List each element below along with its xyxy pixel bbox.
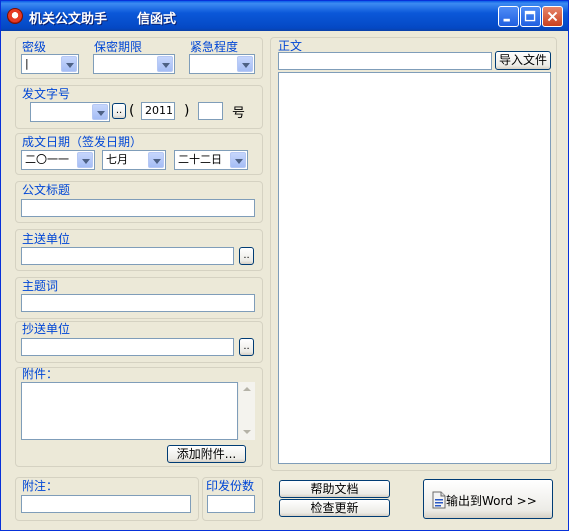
keywords-input[interactable]: [21, 294, 255, 312]
title-bar[interactable]: 机关公文助手 信函式: [1, 1, 568, 31]
chevron-down-icon[interactable]: [237, 56, 253, 72]
scroll-up-icon[interactable]: [239, 383, 255, 397]
import-file-button[interactable]: 导入文件: [495, 51, 551, 70]
app-icon[interactable]: [7, 8, 23, 24]
doc-prefix-select[interactable]: [30, 102, 110, 122]
chevron-down-icon[interactable]: [148, 152, 164, 168]
maximize-icon: [524, 10, 536, 22]
secret-period-label: 保密期限: [94, 40, 143, 54]
date-month-value: 七月: [106, 153, 128, 166]
cc-input[interactable]: [21, 338, 234, 356]
copies-label: 印发份数: [206, 479, 255, 493]
minimize-button[interactable]: [498, 6, 519, 27]
close-button[interactable]: [542, 6, 563, 27]
secret-level-label: 密级: [22, 40, 47, 54]
cc-label: 抄送单位: [22, 322, 71, 336]
attachments-list[interactable]: [21, 382, 238, 440]
window-subtitle: 信函式: [137, 12, 177, 27]
chevron-down-icon[interactable]: [92, 104, 108, 120]
doc-title-input[interactable]: [21, 199, 255, 217]
date-day-select[interactable]: 二十二日: [174, 150, 248, 170]
secret-level-value: |: [25, 57, 29, 70]
doc-number-label: 发文字号: [22, 87, 71, 101]
window-title: 机关公文助手: [29, 12, 108, 27]
body-text-area[interactable]: [278, 72, 551, 464]
doc-year-open-paren: (: [129, 103, 135, 119]
export-word-label: 输出到Word >>: [446, 494, 537, 508]
secret-level-select[interactable]: |: [21, 54, 79, 74]
date-month-select[interactable]: 七月: [102, 150, 166, 170]
cc-browse-button[interactable]: ..: [239, 338, 254, 356]
recipient-input[interactable]: [21, 247, 234, 265]
keywords-label: 主题词: [22, 279, 59, 293]
add-attachment-button[interactable]: 添加附件...: [167, 445, 246, 463]
notes-label: 附注：: [22, 479, 59, 493]
doc-title-label: 公文标题: [22, 183, 71, 197]
urgency-select[interactable]: [189, 54, 255, 74]
copies-input[interactable]: [207, 495, 255, 513]
date-label: 成文日期（签发日期）: [22, 135, 143, 149]
date-year-value: 二〇一一: [25, 153, 69, 166]
minimize-icon: [503, 18, 510, 22]
notes-input[interactable]: [21, 495, 191, 513]
doc-year-input[interactable]: 2011: [141, 102, 175, 120]
doc-number-suffix: 号: [232, 106, 246, 121]
export-word-button[interactable]: 输出到Word >>: [423, 479, 553, 519]
check-update-button[interactable]: 检查更新: [279, 499, 390, 517]
maximize-button[interactable]: [520, 6, 541, 27]
urgency-label: 紧急程度: [190, 40, 239, 54]
close-icon: [547, 11, 558, 22]
date-day-value: 二十二日: [178, 153, 222, 166]
recipient-browse-button[interactable]: ..: [239, 247, 254, 265]
date-year-select[interactable]: 二〇一一: [21, 150, 95, 170]
chevron-down-icon[interactable]: [61, 56, 77, 72]
chevron-down-icon[interactable]: [77, 152, 93, 168]
attachments-label: 附件：: [22, 367, 59, 381]
body-file-path-input[interactable]: [278, 52, 492, 70]
secret-period-select[interactable]: [93, 54, 175, 74]
chevron-down-icon[interactable]: [157, 56, 173, 72]
help-document-button[interactable]: 帮助文档: [279, 480, 390, 498]
doc-year-close-paren: ): [184, 103, 190, 119]
main-window: 机关公文助手 信函式 密级 | 保密期限 紧急程度 发文字号 .. ( 2011…: [0, 0, 569, 531]
chevron-down-icon[interactable]: [230, 152, 246, 168]
doc-prefix-browse-button[interactable]: ..: [112, 103, 126, 119]
scroll-down-icon[interactable]: [239, 425, 255, 439]
doc-number-input[interactable]: [198, 102, 223, 120]
recipient-label: 主送单位: [22, 232, 71, 246]
attachments-scrollbar[interactable]: [238, 382, 255, 440]
